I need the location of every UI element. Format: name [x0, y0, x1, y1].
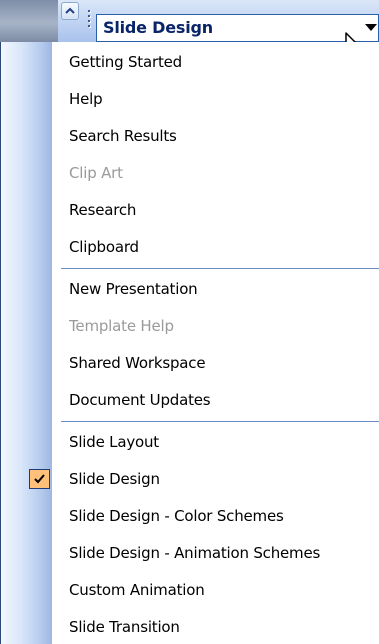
menu-item-slide-design[interactable]: Slide Design	[1, 461, 379, 498]
menu-item-label: Document Updates	[69, 391, 211, 409]
checked-indicator	[29, 469, 50, 489]
grip-handle-icon[interactable]	[88, 10, 92, 32]
title-bar-left-shade	[0, 0, 58, 42]
menu-separator	[61, 268, 379, 269]
menu-item-template-help: Template Help	[1, 308, 379, 345]
menu-item-label: Shared Workspace	[69, 354, 206, 372]
menu-item-slide-design-color-schemes[interactable]: Slide Design - Color Schemes	[1, 498, 379, 535]
chevron-up-icon	[65, 7, 75, 14]
menu-item-label: Getting Started	[69, 53, 182, 71]
menu-item-label: Clip Art	[69, 164, 123, 182]
scroll-up-button[interactable]	[61, 2, 79, 20]
menu-item-label: Help	[69, 90, 103, 108]
menu-item-label: New Presentation	[69, 280, 198, 298]
menu-item-label: Custom Animation	[69, 581, 205, 599]
menu-item-slide-transition[interactable]: Slide Transition	[1, 609, 379, 644]
checkmark-icon	[34, 474, 45, 484]
task-pane-menu-screen: Slide Design Getting Started Help Search…	[0, 0, 379, 644]
menu-item-label: Search Results	[69, 127, 177, 145]
menu-item-shared-workspace[interactable]: Shared Workspace	[1, 345, 379, 382]
task-pane-title: Slide Design	[103, 18, 213, 37]
menu-item-research[interactable]: Research	[1, 192, 379, 229]
menu-item-custom-animation[interactable]: Custom Animation	[1, 572, 379, 609]
menu-item-getting-started[interactable]: Getting Started	[1, 44, 379, 81]
menu-item-label: Template Help	[69, 317, 174, 335]
dropdown-arrow-icon[interactable]	[364, 22, 378, 32]
menu-item-search-results[interactable]: Search Results	[1, 118, 379, 155]
menu-item-label: Clipboard	[69, 238, 139, 256]
menu-item-help[interactable]: Help	[1, 81, 379, 118]
menu-item-new-presentation[interactable]: New Presentation	[1, 271, 379, 308]
menu-item-document-updates[interactable]: Document Updates	[1, 382, 379, 419]
menu-item-label: Slide Transition	[69, 618, 180, 636]
menu-item-label: Slide Layout	[69, 433, 159, 451]
menu-item-clipboard[interactable]: Clipboard	[1, 229, 379, 266]
task-pane-selector[interactable]: Slide Design	[96, 14, 379, 42]
menu-item-label: Slide Design	[69, 470, 160, 488]
menu-item-slide-layout[interactable]: Slide Layout	[1, 424, 379, 461]
menu-separator	[61, 421, 379, 422]
menu-item-label: Slide Design - Color Schemes	[69, 507, 284, 525]
menu-item-slide-design-animation-schemes[interactable]: Slide Design - Animation Schemes	[1, 535, 379, 572]
menu-item-label: Research	[69, 201, 137, 219]
task-pane-title-bar: Slide Design	[0, 0, 379, 61]
menu-item-label: Slide Design - Animation Schemes	[69, 544, 321, 562]
menu-item-clip-art: Clip Art	[1, 155, 379, 192]
task-pane-dropdown-menu: Getting Started Help Search Results Clip…	[0, 42, 379, 644]
